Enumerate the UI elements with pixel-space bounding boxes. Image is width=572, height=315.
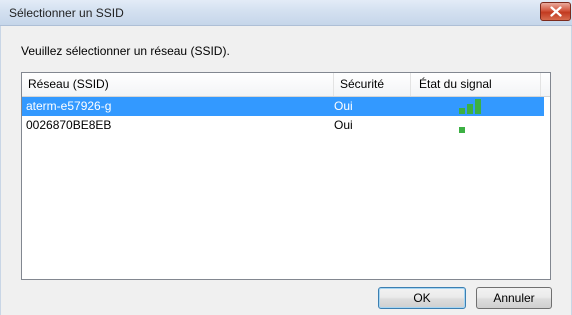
column-header-ssid[interactable]: Réseau (SSID) — [22, 73, 334, 96]
ok-button[interactable]: OK — [378, 287, 466, 309]
network-ssid: 0026870BE8EB — [26, 118, 112, 132]
column-header-security[interactable]: Sécurité — [334, 73, 411, 96]
window-title: Sélectionner un SSID — [9, 6, 124, 20]
network-ssid: aterm-e57926-g — [26, 99, 112, 113]
network-list[interactable]: Réseau (SSID) Sécurité État du signal at… — [21, 72, 551, 280]
close-button[interactable] — [540, 2, 571, 21]
close-icon — [550, 6, 562, 17]
column-header-signal[interactable]: État du signal — [411, 73, 541, 96]
network-row[interactable]: 0026870BE8EB Oui — [22, 116, 544, 135]
signal-bar — [475, 99, 481, 114]
signal-bar — [459, 108, 465, 114]
network-security: Oui — [334, 99, 353, 113]
network-security: Oui — [334, 118, 353, 132]
signal-strength-icon — [459, 97, 499, 116]
signal-bar — [467, 104, 473, 114]
list-header: Réseau (SSID) Sécurité État du signal — [22, 73, 550, 97]
instruction-text: Veuillez sélectionner un réseau (SSID). — [21, 44, 230, 58]
title-bar[interactable]: Sélectionner un SSID — [0, 0, 572, 26]
dialog-window: Sélectionner un SSID Veuillez sélectionn… — [0, 0, 572, 315]
signal-bar — [459, 127, 465, 133]
network-row[interactable]: aterm-e57926-g Oui — [22, 97, 544, 116]
cancel-button[interactable]: Annuler — [476, 287, 552, 309]
signal-strength-icon — [459, 116, 499, 135]
